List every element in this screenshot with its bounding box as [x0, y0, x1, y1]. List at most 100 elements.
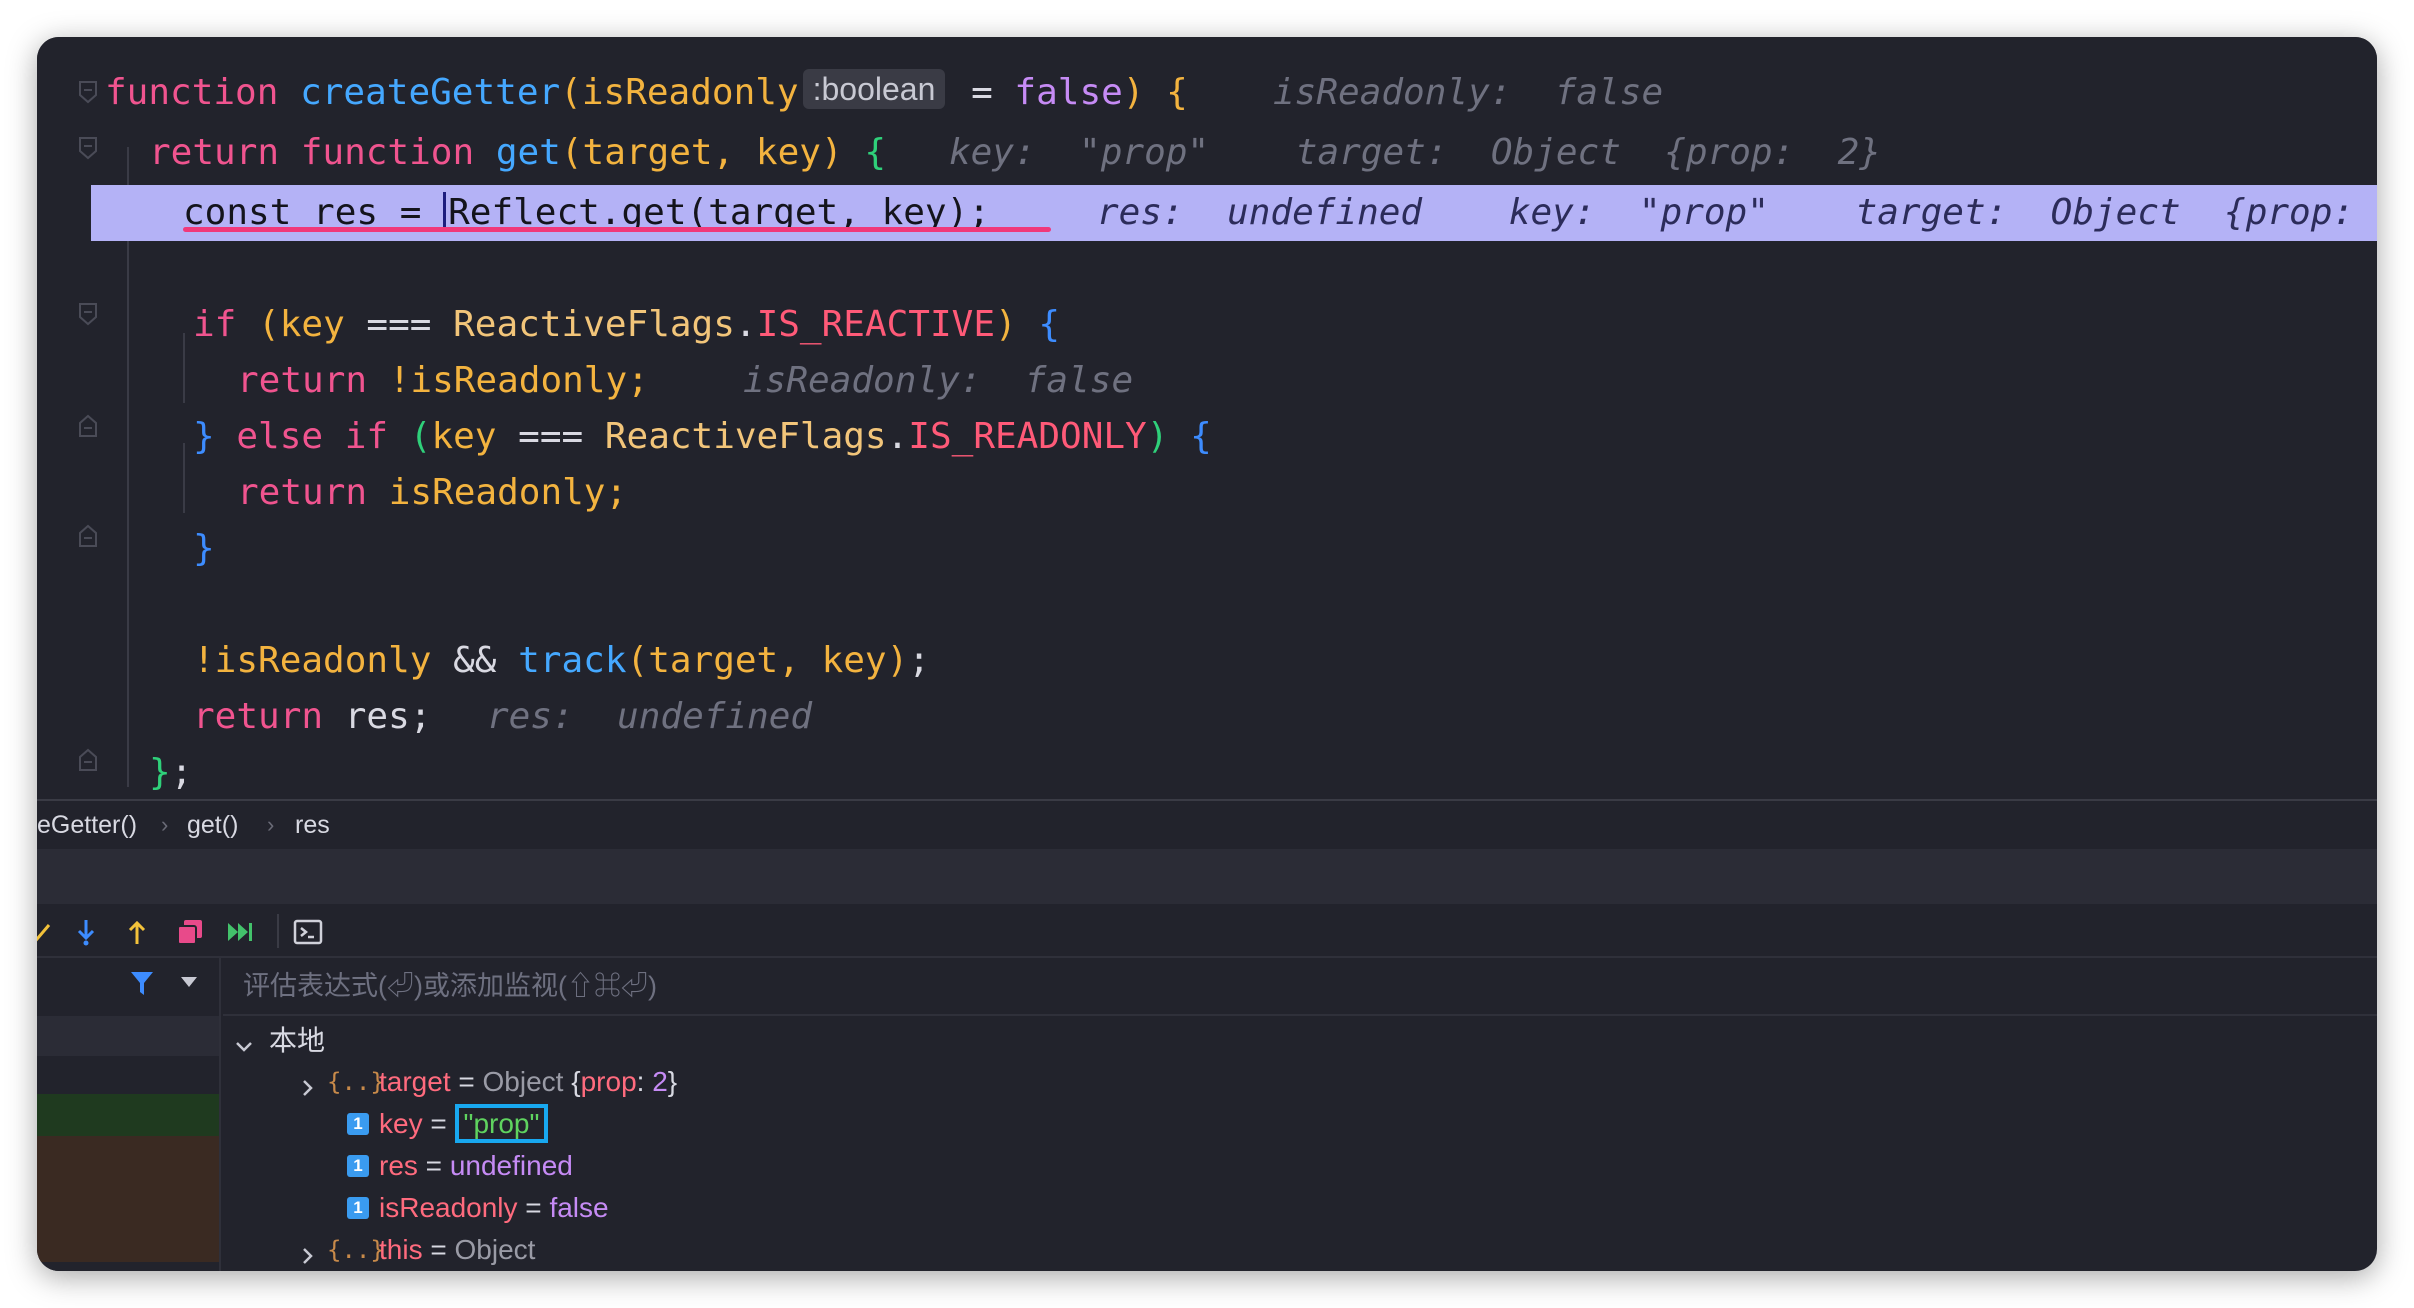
code-line[interactable]: return !isReadonly; isReadonly: false [37, 353, 2377, 409]
code-paren: ) [1146, 416, 1169, 457]
code-line[interactable]: } [37, 521, 2377, 577]
variable-value: "prop" [454, 1104, 549, 1143]
code-line[interactable]: } else if (key === ReactiveFlags.IS_READ… [37, 409, 2377, 465]
code-text: isReadonly; [367, 472, 628, 513]
console-icon[interactable] [293, 917, 323, 947]
chevron-down-icon[interactable] [179, 974, 199, 990]
variable-type: Object [454, 1234, 536, 1265]
ide-window: const res = Reflect.get(target, key); re… [37, 37, 2377, 1271]
code-literal: false [1014, 72, 1123, 113]
current-execution-line[interactable]: const res = Reflect.get(target, key); re… [91, 185, 2377, 241]
code-op: === [344, 304, 454, 345]
code-enum: ReactiveFlags [453, 304, 735, 345]
variable-value: undefined [449, 1150, 573, 1181]
variable-row-key[interactable]: 1 key = "prop" [309, 1103, 709, 1145]
colon: : [636, 1066, 653, 1097]
inline-value-hint: key: "prop" target: Object {prop: 2} [949, 132, 1881, 173]
code-constant: IS_READONLY [908, 416, 1147, 457]
code-line[interactable]: return res; res: undefined [37, 689, 2377, 745]
inline-value-hint: res: undefined [487, 696, 813, 737]
code-op: === [496, 416, 605, 457]
code-paren: ( [626, 640, 649, 681]
code-var: key [431, 416, 497, 457]
frame-row[interactable] [37, 1016, 219, 1056]
variable-eq: = [450, 1066, 483, 1097]
code-line[interactable]: if (key === ReactiveFlags.IS_REACTIVE) { [37, 297, 2377, 353]
variable-value: false [549, 1192, 609, 1223]
toolbar-divider [277, 914, 279, 948]
code-line[interactable]: return function get(target, key) { key: … [37, 125, 2377, 181]
filter-icon[interactable] [129, 968, 155, 998]
breadcrumb-item[interactable]: get() [187, 801, 238, 849]
breadcrumb-separator: › [267, 812, 275, 837]
code-paren: ( [388, 416, 432, 457]
code-line[interactable]: }; [37, 745, 2377, 801]
chevron-down-icon[interactable] [233, 1028, 255, 1052]
code-keyword: if [193, 304, 237, 345]
variable-row-target[interactable]: {..} target = Object {prop: 2} [303, 1061, 909, 1103]
chevron-right-icon[interactable] [297, 1069, 319, 1096]
code-paren: ) [820, 132, 843, 173]
code-brace: } [193, 528, 215, 569]
code-paren: ( [560, 132, 583, 173]
frame-row-selected[interactable] [37, 1094, 219, 1136]
variable-row-isreadonly[interactable]: 1 isReadonly = false [309, 1187, 709, 1229]
code-constant: IS_REACTIVE [756, 304, 995, 345]
function-name: get [495, 132, 561, 173]
breadcrumb-separator: › [161, 812, 169, 837]
code-editor[interactable]: const res = Reflect.get(target, key); re… [37, 37, 2377, 799]
step-out-icon[interactable] [122, 917, 152, 947]
stop-icon[interactable] [175, 917, 205, 947]
variable-name: key [379, 1108, 423, 1139]
variable-name: res [379, 1150, 418, 1181]
code-line[interactable]: return isReadonly; [37, 465, 2377, 521]
scope-label: 本地 [269, 1025, 326, 1056]
property-value: 2 [652, 1066, 668, 1097]
code-paren: ) [886, 640, 909, 681]
object-icon: {..} [327, 1068, 385, 1096]
code-brace: } [149, 752, 171, 793]
variable-row-this[interactable]: {..} this = Object [303, 1229, 709, 1271]
code-keyword: function [300, 132, 475, 173]
breadcrumb-item[interactable]: res [295, 801, 330, 849]
function-name: createGetter [300, 72, 561, 113]
code-line[interactable]: !isReadonly && track(target, key); [37, 633, 2377, 689]
code-op: = [949, 72, 1015, 113]
function-name: track [518, 640, 627, 681]
chevron-right-icon[interactable] [297, 1237, 319, 1264]
code-brace: } [193, 416, 215, 457]
evaluate-bar [223, 958, 2377, 1016]
variable-eq: = [422, 1234, 455, 1265]
variable-eq: = [422, 1108, 455, 1139]
error-squiggle [183, 227, 1051, 232]
property-name: prop [580, 1066, 637, 1097]
step-over-icon[interactable] [37, 917, 53, 947]
resume-icon[interactable] [225, 917, 255, 947]
brace: } [667, 1066, 678, 1097]
code-line[interactable]: function createGetter(isReadonly:boolean… [37, 65, 2377, 121]
code-paren: ) [995, 304, 1017, 345]
code-semicolon: ; [170, 752, 193, 793]
code-semicolon: ; [908, 640, 930, 681]
inline-value-hint: res: undefined key: "prop" target: Objec… [1097, 192, 2377, 233]
code-op: && [431, 640, 519, 681]
code-keyword: function [105, 72, 279, 113]
code-brace: { [842, 132, 886, 173]
code-param: isReadonly [581, 72, 799, 113]
code-dot: . [734, 304, 757, 345]
code-brace: { [1168, 416, 1212, 457]
frames-panel [37, 958, 221, 1271]
inline-value-hint: isReadonly: false [743, 360, 1134, 401]
frame-row[interactable] [37, 1136, 219, 1262]
variable-row-res[interactable]: 1 res = undefined [309, 1145, 709, 1187]
code-keyword: else if [214, 416, 389, 457]
code-paren: ( [560, 72, 582, 113]
variable-name: this [379, 1234, 423, 1265]
breadcrumb-item[interactable]: eGetter() [37, 801, 137, 849]
code-text: !isReadonly [193, 640, 432, 681]
code-dot: . [886, 416, 909, 457]
step-into-icon[interactable] [71, 917, 101, 947]
type-hint: :boolean [802, 69, 946, 109]
code-brace: { [1144, 72, 1188, 113]
evaluate-expression-input[interactable] [243, 964, 2343, 1008]
